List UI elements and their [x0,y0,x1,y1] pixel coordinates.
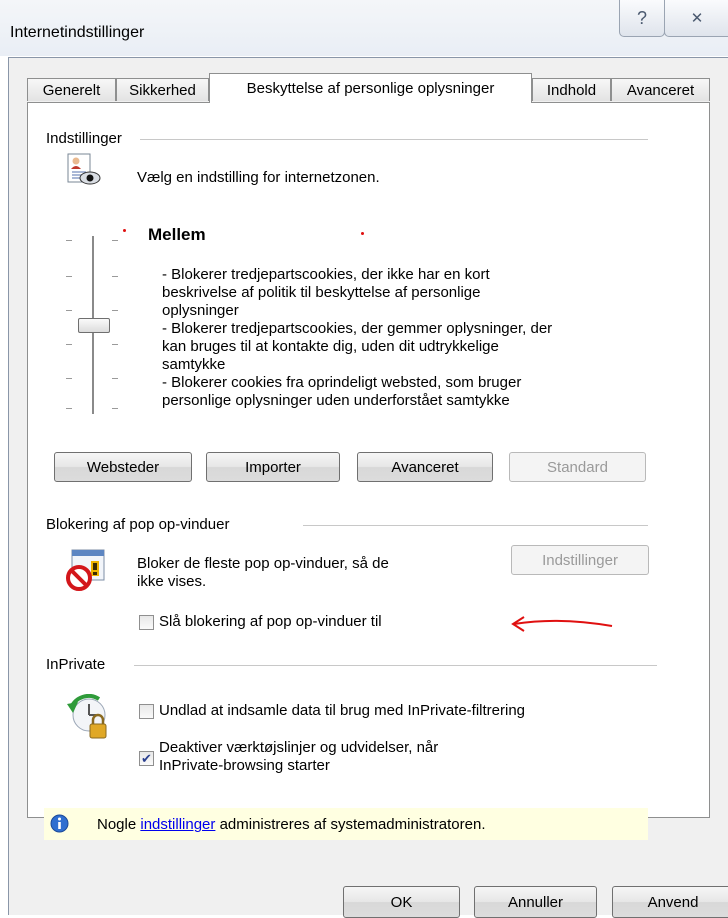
popup-group-line [303,525,648,526]
popup-description-line: Bloker de fleste pop op-vinduer, så de [137,555,389,572]
sites-button[interactable]: Websteder [54,452,192,482]
privacy-level-description: - Blokerer tredjepartscookies, der ikke … [162,266,662,410]
close-button[interactable]: ✕ [664,0,728,37]
slider-tick [112,408,118,409]
tab-privacy-label: Beskyttelse af personlige oplysninger [246,80,495,97]
info-text-suffix: administreres af systemadministratoren. [215,816,486,833]
slider-tick [66,378,72,379]
disable-toolbars-checkbox[interactable]: ✔ [139,751,154,766]
popup-description-line: ikke vises. [137,573,207,590]
description-line: oplysninger [162,302,239,319]
tab-advanced-label: Avanceret [626,81,695,99]
settings-intro: Vælg en indstilling for internetzonen. [137,169,380,186]
window-title: Internetindstillinger [10,24,145,41]
tab-content-label: Indhold [546,81,597,99]
help-icon: ? [636,7,647,28]
inprivate-filtering-checkbox[interactable] [139,704,154,719]
description-line: personlige oplysninger uden underforståe… [162,392,510,409]
slider-tick [112,310,118,311]
inprivate-group-line [134,665,657,666]
settings-group-line [140,139,648,140]
annotation-dot [123,229,126,232]
inprivate-group-label: InPrivate [46,656,110,673]
slider-tick [112,344,118,345]
popup-settings-button[interactable]: Indstillinger [511,545,649,575]
ok-button[interactable]: OK [343,886,460,918]
disable-toolbars-label-line: Deaktiver værktøjslinjer og udvidelser, … [159,739,439,756]
tab-general[interactable]: Generelt [27,78,116,101]
inprivate-filtering-label[interactable]: Undlad at indsamle data til brug med InP… [159,702,525,719]
description-line: kan bruges til at kontakte dig, uden dit… [162,338,499,355]
slider-thumb[interactable] [78,318,110,333]
popup-blocker-checkbox-label[interactable]: Slå blokering af pop op-vinduer til [159,613,382,630]
tab-security[interactable]: Sikkerhed [116,78,209,101]
privacy-level-slider[interactable] [66,232,126,417]
description-line: - Blokerer tredjepartscookies, der ikke … [162,266,490,283]
tab-privacy[interactable]: Beskyttelse af personlige oplysninger [209,73,532,103]
popup-group-label: Blokering af pop op-vinduer [46,516,234,533]
close-icon: ✕ [690,10,704,27]
disable-toolbars-label[interactable]: Deaktiver værktøjslinjer og udvidelser, … [159,739,438,775]
privacy-level-name: Mellem [148,225,206,244]
annotation-red-arrow [510,612,616,634]
settings-group-label: Indstillinger [46,130,126,147]
slider-tick [66,310,72,311]
description-line: beskrivelse af politik til beskyttelse a… [162,284,481,301]
info-icon [50,814,69,833]
slider-tick [66,344,72,345]
description-line: - Blokerer tredjepartscookies, der gemme… [162,320,553,337]
apply-button[interactable]: Anvend [612,886,728,918]
popup-description: Bloker de fleste pop op-vinduer, så de i… [137,555,389,591]
tab-advanced[interactable]: Avanceret [611,78,710,101]
tab-security-label: Sikkerhed [129,81,196,99]
tab-general-label: Generelt [42,81,101,99]
cancel-button[interactable]: Annuller [474,886,597,918]
slider-tick [112,378,118,379]
info-text: Nogle indstillinger administreres af sys… [97,816,486,833]
info-text-prefix: Nogle [97,816,141,833]
import-button[interactable]: Importer [206,452,340,482]
slider-tick [112,276,118,277]
default-button[interactable]: Standard [509,452,646,482]
popup-blocker-checkbox[interactable] [139,615,154,630]
slider-tick [112,240,118,241]
info-settings-link[interactable]: indstillinger [140,816,215,833]
help-button[interactable]: ? [619,0,665,37]
annotation-dot [361,232,364,235]
popup-blocker-icon [64,548,108,592]
inprivate-icon [65,693,113,742]
description-line: samtykke [162,356,226,373]
disable-toolbars-label-line: InPrivate-browsing starter [159,757,330,774]
advanced-settings-button[interactable]: Avanceret [357,452,493,482]
slider-tick [66,276,72,277]
slider-tick [66,408,72,409]
privacy-document-eye-icon [66,153,102,187]
tab-content[interactable]: Indhold [532,78,611,101]
slider-tick [66,240,72,241]
description-line: - Blokerer cookies fra oprindeligt webst… [162,374,522,391]
